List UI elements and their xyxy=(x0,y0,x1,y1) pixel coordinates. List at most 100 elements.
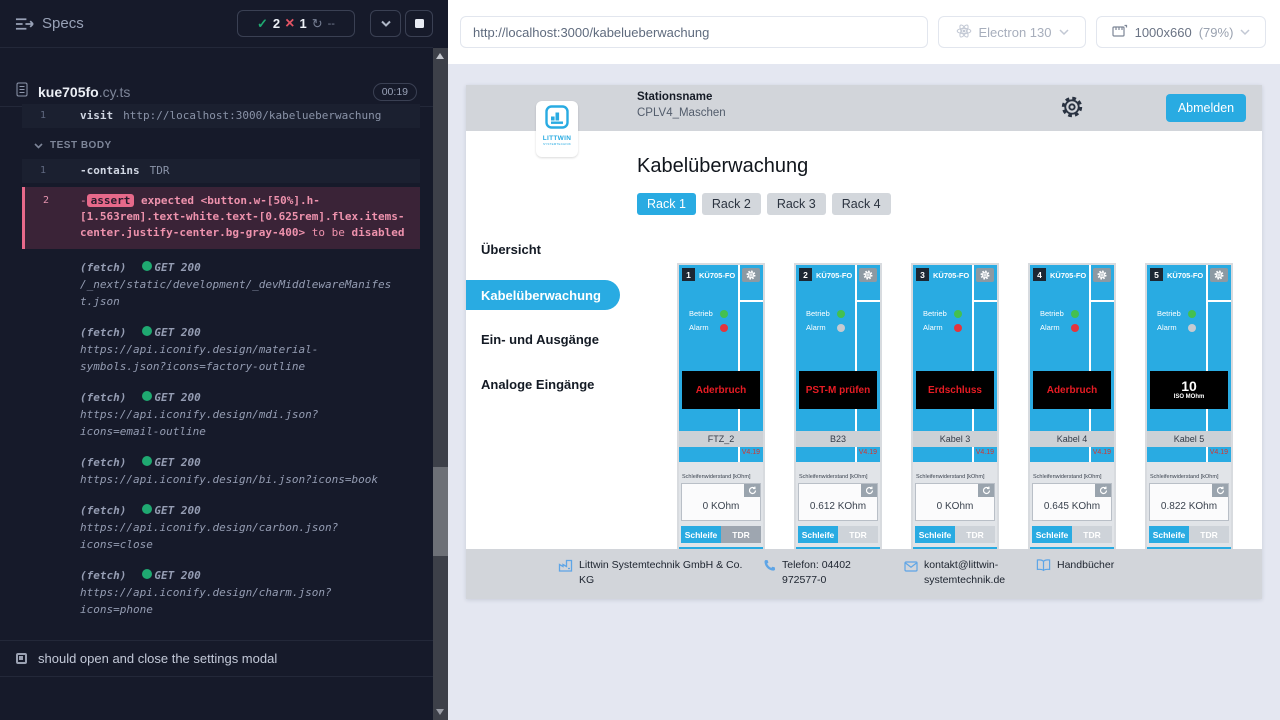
device-settings-gear-icon[interactable] xyxy=(1210,268,1228,282)
sidebar-item-1[interactable]: Übersicht xyxy=(466,234,620,264)
refresh-icon[interactable] xyxy=(1212,484,1228,497)
device-settings-gear-icon[interactable] xyxy=(1093,268,1111,282)
device-card: 5 KÜ705-FO Betrieb Alarm 10 ISO MOhm xyxy=(1145,263,1233,557)
command-arg: TDR xyxy=(150,164,170,177)
spec-file-name: kue705fo.cy.ts xyxy=(38,84,130,100)
next-test-row[interactable]: should open and close the settings modal xyxy=(0,640,433,677)
chevron-down-icon xyxy=(1059,29,1069,36)
refresh-icon[interactable] xyxy=(1095,484,1111,497)
rack-tab-3[interactable]: Rack 3 xyxy=(767,193,826,215)
device-settings-gear-icon[interactable] xyxy=(976,268,994,282)
schleife-button[interactable]: Schleife xyxy=(681,526,721,543)
footer-item-text: Handbücher xyxy=(1057,558,1114,577)
schleife-button[interactable]: Schleife xyxy=(798,526,838,543)
device-settings-gear-icon[interactable] xyxy=(742,268,760,282)
station-value: CPLV4_Maschen xyxy=(637,107,726,119)
fault-display: 10 ISO MOhm xyxy=(1150,371,1228,409)
status-ok-dot xyxy=(142,504,152,514)
refresh-icon[interactable] xyxy=(861,484,877,497)
rack-tab-1[interactable]: Rack 1 xyxy=(637,193,696,215)
sidebar-item-3[interactable]: Ein- und Ausgänge xyxy=(466,324,620,354)
fault-text: Aderbruch xyxy=(1047,385,1098,396)
tdr-button[interactable]: TDR xyxy=(955,526,995,543)
status-ok-dot xyxy=(142,326,152,336)
resistance-label: Schleifenwiderstand [kOhm] xyxy=(1150,474,1218,480)
url-input[interactable] xyxy=(473,25,915,40)
settings-gear-icon[interactable] xyxy=(1060,95,1084,119)
alarm-led xyxy=(1188,324,1196,332)
rack-tab-4[interactable]: Rack 4 xyxy=(832,193,891,215)
footer-item-text: Littwin Systemtechnik GmbH & Co. KG xyxy=(579,558,759,588)
tdr-button[interactable]: TDR xyxy=(838,526,878,543)
failed-count: 1 xyxy=(300,16,307,31)
stop-tests-button[interactable] xyxy=(405,10,433,37)
alarm-label: Alarm xyxy=(923,323,949,332)
schleife-button[interactable]: Schleife xyxy=(1032,526,1072,543)
schleife-button[interactable]: Schleife xyxy=(1149,526,1189,543)
refresh-icon[interactable] xyxy=(978,484,994,497)
device-face: 3 KÜ705-FO Betrieb Alarm Erdschluss xyxy=(913,265,997,462)
firmware-version: V4.19 xyxy=(1093,449,1111,456)
fetch-log-entry: (fetch)GET 200 /_next/static/development… xyxy=(80,259,394,310)
device-model: KÜ705-FO xyxy=(933,271,969,280)
fault-text: Aderbruch xyxy=(696,385,747,396)
fetch-method-status: GET 200 xyxy=(154,504,200,517)
sidebar-item-2[interactable]: Kabelüberwachung xyxy=(466,280,620,310)
logout-button[interactable]: Abmelden xyxy=(1166,94,1246,122)
line-number: 2 xyxy=(25,193,80,241)
url-bar[interactable] xyxy=(460,16,928,48)
assert-error-row[interactable]: 2 -assert expected <button.w-[50%].h-[1.… xyxy=(22,187,420,249)
viewport-scale: (79%) xyxy=(1199,25,1234,40)
betrieb-label: Betrieb xyxy=(689,309,715,318)
sidebar-item-label: Analoge Eingänge xyxy=(481,377,594,392)
rack-tab-label: Rack 3 xyxy=(777,197,816,211)
specs-list-icon[interactable] xyxy=(15,17,34,36)
scrollbar-thumb[interactable] xyxy=(433,467,448,556)
slot-number-badge: 5 xyxy=(1150,268,1163,281)
littwin-logo: LITTWIN SYSTEMTECHNIK xyxy=(536,101,578,157)
browser-selector[interactable]: Electron 130 xyxy=(938,16,1086,48)
pending-count: -- xyxy=(328,18,335,30)
footer-item[interactable]: kontakt@littwin-systemtechnik.de xyxy=(904,558,1016,588)
device-settings-gear-icon[interactable] xyxy=(859,268,877,282)
viewport-size-selector[interactable]: 1000x660 (79%) xyxy=(1096,16,1266,48)
command-log: 1 visithttp://localhost:3000/kabelueberw… xyxy=(22,104,420,632)
sidebar-item-4[interactable]: Analoge Eingänge xyxy=(466,369,620,399)
refresh-icon[interactable] xyxy=(744,484,760,497)
test-body-section-toggle[interactable]: TEST BODY xyxy=(34,140,420,151)
alarm-led xyxy=(954,324,962,332)
spec-file-row[interactable]: kue705fo.cy.ts 00:19 xyxy=(0,77,433,107)
fetch-method-status: GET 200 xyxy=(154,261,200,274)
collapse-runner-button[interactable] xyxy=(370,10,401,37)
fault-display: Aderbruch xyxy=(682,371,760,409)
betrieb-led xyxy=(720,310,728,318)
rack-tab-label: Rack 1 xyxy=(647,197,686,211)
sidebar-item-label: Übersicht xyxy=(481,242,541,257)
test-pending-icon xyxy=(16,653,27,664)
fetch-label: (fetch) xyxy=(80,569,126,582)
status-ok-dot xyxy=(142,391,152,401)
tdr-button[interactable]: TDR xyxy=(1072,526,1112,543)
footer-item[interactable]: Handbücher xyxy=(1036,558,1114,577)
rack-tab-2[interactable]: Rack 2 xyxy=(702,193,761,215)
footer-item: Telefon: 04402 972577-0 xyxy=(763,558,890,588)
contains-command-row[interactable]: 1 -containsTDR xyxy=(22,159,420,183)
scroll-down-arrow-icon[interactable] xyxy=(436,709,444,715)
device-card: 2 KÜ705-FO Betrieb Alarm PST-M prüfen xyxy=(794,263,882,557)
visit-command-row[interactable]: 1 visithttp://localhost:3000/kabelueberw… xyxy=(22,104,420,128)
mode-buttons: Schleife TDR xyxy=(1149,526,1229,543)
tdr-button[interactable]: TDR xyxy=(1189,526,1229,543)
rack-tab-label: Rack 4 xyxy=(842,197,881,211)
runner-scrollbar[interactable] xyxy=(433,48,448,720)
betrieb-label: Betrieb xyxy=(806,309,832,318)
fault-display: Erdschluss xyxy=(916,371,994,409)
resistance-value: 0 KOhm xyxy=(937,501,974,512)
tdr-button[interactable]: TDR xyxy=(721,526,761,543)
command-name: -contains xyxy=(80,164,140,177)
spec-duration-badge: 00:19 xyxy=(373,83,417,101)
scroll-up-arrow-icon[interactable] xyxy=(436,53,444,59)
schleife-button[interactable]: Schleife xyxy=(915,526,955,543)
status-ok-dot xyxy=(142,569,152,579)
littwin-logo-icon xyxy=(545,105,569,129)
spec-file-icon xyxy=(16,82,28,102)
